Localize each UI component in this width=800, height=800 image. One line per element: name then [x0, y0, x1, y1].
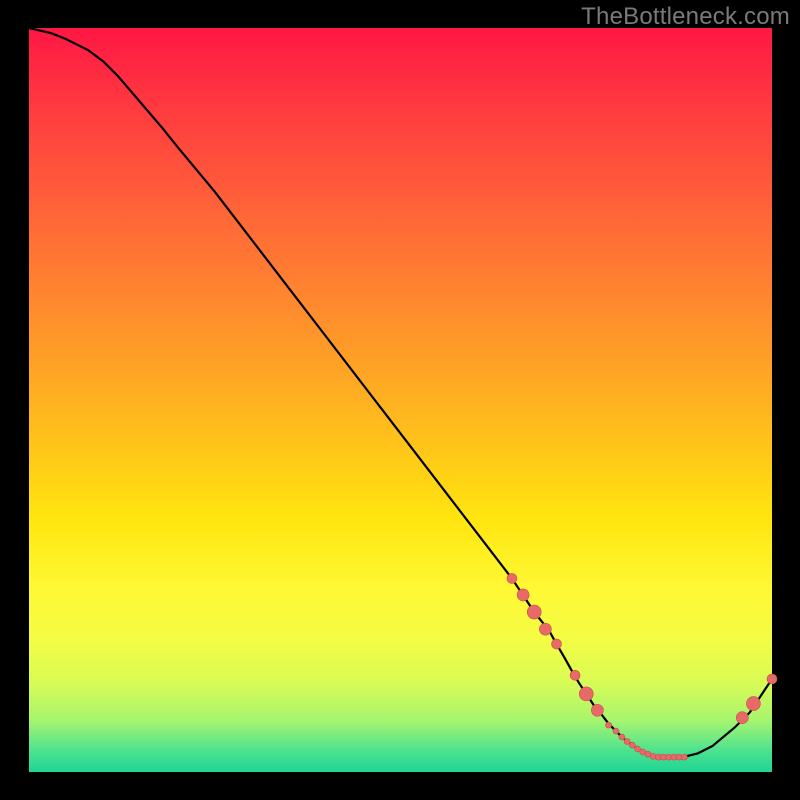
watermark-text: TheBottleneck.com: [581, 3, 790, 31]
data-marker: [746, 697, 760, 711]
data-marker: [619, 734, 625, 740]
data-marker: [629, 742, 635, 748]
chart-stage: { "watermark": "TheBottleneck.com", "col…: [0, 0, 800, 800]
data-marker: [527, 605, 541, 619]
data-marker: [624, 739, 630, 745]
data-marker: [579, 687, 593, 701]
data-marker: [517, 589, 529, 601]
data-marker: [552, 639, 562, 649]
data-marker: [767, 674, 777, 684]
bottleneck-curve: [29, 28, 772, 772]
plot-area: [29, 28, 772, 772]
data-marker: [613, 728, 619, 734]
data-marker: [681, 754, 687, 760]
curve-markers: [507, 574, 777, 761]
data-marker: [736, 712, 748, 724]
data-marker: [507, 574, 517, 584]
data-marker: [570, 670, 580, 680]
data-marker: [591, 704, 603, 716]
curve-line: [29, 28, 772, 757]
data-marker: [606, 722, 612, 728]
data-marker: [539, 623, 551, 635]
